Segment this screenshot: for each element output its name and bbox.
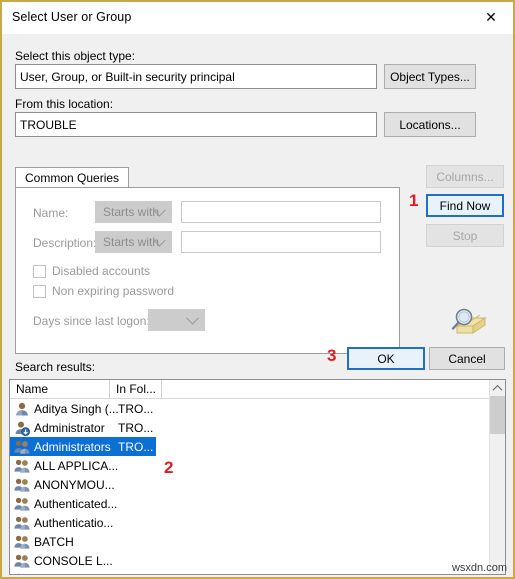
group-icon: [14, 458, 30, 474]
result-name: ALL APPLICA...: [34, 458, 119, 473]
chevron-up-icon: [492, 384, 503, 395]
description-operator-select[interactable]: Starts with: [95, 231, 172, 253]
disabled-accounts-label: Disabled accounts: [52, 264, 151, 278]
result-name: Aditya Singh (...: [34, 401, 119, 416]
column-header-name[interactable]: Name: [10, 380, 110, 398]
window-title: Select User or Group: [12, 10, 132, 24]
result-name: Authenticated...: [34, 496, 118, 511]
location-label: From this location:: [15, 97, 114, 111]
group-icon: [14, 553, 30, 569]
result-name: Administrator: [34, 420, 105, 435]
description-operator-value: Starts with: [103, 235, 160, 249]
search-results-list: Name In Fol... Aditya Singh (... TRO... Ad…: [9, 379, 506, 575]
checkbox-box-icon: [33, 264, 46, 278]
days-since-logon-label: Days since last logon:: [33, 314, 150, 328]
result-name: CONSOLE L...: [34, 553, 113, 568]
scrollbar-thumb[interactable]: [490, 396, 505, 434]
name-label: Name:: [33, 206, 69, 220]
tab-strip: Common Queries: [15, 167, 400, 188]
columns-button[interactable]: Columns...: [426, 165, 504, 188]
scroll-up-button[interactable]: [490, 380, 505, 396]
group-icon: [14, 515, 30, 531]
watermark: wsxdn.com: [451, 562, 507, 574]
group-icon: [14, 439, 30, 455]
result-folder: TRO...: [118, 401, 154, 416]
table-row[interactable]: ALL APPLICA...: [10, 456, 505, 475]
stop-button[interactable]: Stop: [426, 224, 504, 247]
cancel-button[interactable]: Cancel: [429, 347, 505, 370]
result-name: Administrators: [34, 439, 111, 454]
user-admin-icon: [14, 420, 31, 437]
table-row[interactable]: Aditya Singh (... TRO...: [10, 399, 505, 418]
description-value-input[interactable]: [181, 231, 381, 253]
object-types-button[interactable]: Object Types...: [384, 64, 476, 89]
title-bar: Select User or Group ✕: [2, 2, 513, 34]
description-label: Description:: [33, 236, 97, 250]
annotation-3: 3: [327, 346, 337, 365]
table-row[interactable]: Administrator TRO...: [10, 418, 505, 437]
group-icon: [14, 496, 30, 512]
checkbox-box-icon: [33, 284, 46, 298]
table-row[interactable]: BATCH: [10, 532, 505, 551]
annotation-1: 1: [409, 191, 419, 210]
name-operator-value: Starts with: [103, 205, 160, 219]
non-expiring-password-checkbox[interactable]: Non expiring password: [33, 284, 174, 298]
table-row[interactable]: ANONYMOU...: [10, 475, 505, 494]
column-header-in-folder[interactable]: In Fol...: [110, 380, 162, 398]
results-scrollbar[interactable]: [489, 380, 505, 574]
dialog-body: Select this object type: User, Group, or…: [2, 34, 513, 577]
search-magnifier-icon: [449, 306, 487, 340]
table-row[interactable]: CONSOLE L...: [10, 551, 505, 570]
close-button[interactable]: ✕: [469, 2, 513, 33]
object-type-field[interactable]: User, Group, or Built-in security princi…: [15, 64, 377, 89]
selected-result-row[interactable]: Administrators TRO...: [10, 437, 156, 456]
list-column-headers: Name In Fol...: [10, 380, 505, 399]
common-queries-panel: Name: Starts with Description: Starts wi…: [15, 187, 400, 354]
table-row[interactable]: CREATOR G...: [10, 570, 505, 575]
close-icon: ✕: [485, 9, 497, 26]
disabled-accounts-checkbox[interactable]: Disabled accounts: [33, 264, 150, 278]
result-name: BATCH: [34, 534, 74, 549]
column-header-spacer: [162, 380, 178, 398]
name-operator-select[interactable]: Starts with: [95, 201, 172, 223]
table-row[interactable]: Authenticated...: [10, 494, 505, 513]
days-since-logon-select[interactable]: [148, 309, 205, 331]
user-icon: [14, 401, 30, 417]
group-icon: [14, 572, 30, 574]
find-now-button[interactable]: Find Now: [426, 194, 504, 217]
non-expiring-password-label: Non expiring password: [52, 284, 175, 298]
select-user-or-group-dialog: Select User or Group ✕ Select this objec…: [0, 0, 515, 579]
result-folder: TRO...: [118, 439, 154, 454]
table-row[interactable]: Authenticatio...: [10, 513, 505, 532]
locations-button[interactable]: Locations...: [384, 112, 476, 137]
object-type-label: Select this object type:: [15, 49, 136, 63]
search-results-label: Search results:: [15, 360, 96, 374]
group-icon: [14, 477, 30, 493]
result-folder: TRO...: [118, 420, 154, 435]
location-field[interactable]: TROUBLE: [15, 112, 377, 137]
result-name: CREATOR G...: [34, 573, 114, 575]
tab-common-queries[interactable]: Common Queries: [15, 167, 130, 188]
result-rows: Aditya Singh (... TRO... Administrator TRO.…: [10, 399, 505, 575]
name-value-input[interactable]: [181, 201, 381, 223]
result-name: Authenticatio...: [34, 515, 114, 530]
chevron-down-icon: [186, 311, 199, 325]
result-name: ANONYMOU...: [34, 477, 115, 492]
ok-button[interactable]: OK: [347, 347, 425, 370]
group-icon: [14, 534, 30, 550]
